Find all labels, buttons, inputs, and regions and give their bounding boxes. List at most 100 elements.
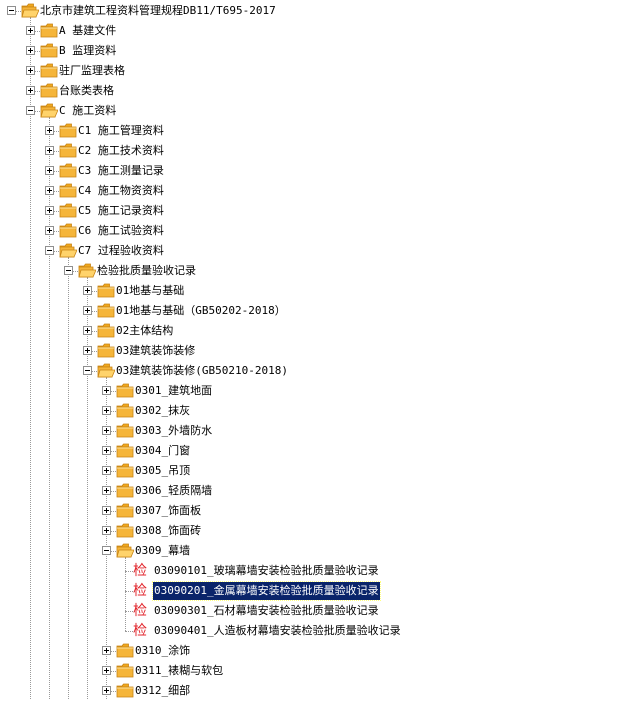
tree-node-label[interactable]: 0306_轻质隔墙: [134, 481, 213, 501]
tree-node-label[interactable]: C3 施工测量记录: [77, 161, 165, 181]
tree-node-label[interactable]: 0312_细部: [134, 681, 191, 701]
expand-toggle-icon[interactable]: [83, 346, 92, 355]
tree-node-label[interactable]: 02主体结构: [115, 321, 174, 341]
expand-toggle-icon[interactable]: [102, 666, 111, 675]
expand-toggle-icon[interactable]: [83, 306, 92, 315]
tree-node-03090301[interactable]: 检 03090301_石材幕墙安装检验批质量验收记录: [0, 601, 624, 621]
collapse-toggle-icon[interactable]: [102, 546, 111, 555]
tree-node-0301[interactable]: 0301_建筑地面: [0, 381, 624, 401]
tree-node-label[interactable]: C1 施工管理资料: [77, 121, 165, 141]
tree-node-label[interactable]: 0302_抹灰: [134, 401, 191, 421]
tree-node-label[interactable]: 03090401_人造板材幕墙安装检验批质量验收记录: [153, 621, 402, 641]
tree-node-03090101[interactable]: 检 03090101_玻璃幕墙安装检验批质量验收记录: [0, 561, 624, 581]
expand-toggle-icon[interactable]: [26, 86, 35, 95]
tree-node-03090201[interactable]: 检 03090201_金属幕墙安装检验批质量验收记录: [0, 581, 624, 601]
expand-toggle-icon[interactable]: [102, 426, 111, 435]
expand-toggle-icon[interactable]: [45, 226, 54, 235]
expand-toggle-icon[interactable]: [45, 186, 54, 195]
tree-node-label[interactable]: 0308_饰面砖: [134, 521, 202, 541]
collapse-toggle-icon[interactable]: [83, 366, 92, 375]
tree-node-label[interactable]: 0309_幕墙: [134, 541, 191, 561]
tree-node-label[interactable]: 03建筑装饰装修(GB50210-2018): [115, 361, 289, 381]
tree-node-label[interactable]: C 施工资料: [58, 101, 117, 121]
tree-node-c3[interactable]: C3 施工测量记录: [0, 161, 624, 181]
expand-toggle-icon[interactable]: [102, 686, 111, 695]
tree-node-label[interactable]: 01地基与基础（GB50202-2018）: [115, 301, 287, 321]
tree-node-label[interactable]: 0304_门窗: [134, 441, 191, 461]
tree-node-label[interactable]: 03090101_玻璃幕墙安装检验批质量验收记录: [153, 561, 380, 581]
tree-node-c6[interactable]: C6 施工试验资料: [0, 221, 624, 241]
tree-node-0303[interactable]: 0303_外墙防水: [0, 421, 624, 441]
tree-node-0308[interactable]: 0308_饰面砖: [0, 521, 624, 541]
tree-node-label[interactable]: 0303_外墙防水: [134, 421, 213, 441]
tree-node-a[interactable]: A 基建文件: [0, 21, 624, 41]
tree-node-label[interactable]: C6 施工试验资料: [77, 221, 165, 241]
tree-node-label[interactable]: 0307_饰面板: [134, 501, 202, 521]
tree-node-label[interactable]: C2 施工技术资料: [77, 141, 165, 161]
tree-node-0309[interactable]: 0309_幕墙: [0, 541, 624, 561]
expand-toggle-icon[interactable]: [45, 146, 54, 155]
expand-toggle-icon[interactable]: [102, 446, 111, 455]
tree-node-root[interactable]: 北京市建筑工程资料管理规程DB11/T695-2017: [0, 1, 624, 21]
tree-node-0307[interactable]: 0307_饰面板: [0, 501, 624, 521]
tree-node-03jz2018[interactable]: 03建筑装饰装修(GB50210-2018): [0, 361, 624, 381]
tree-node-c7[interactable]: C7 过程验收资料: [0, 241, 624, 261]
tree-node-0311[interactable]: 0311_裱糊与软包: [0, 661, 624, 681]
tree-node-taizhang[interactable]: 台账类表格: [0, 81, 624, 101]
tree-node-label[interactable]: 0311_裱糊与软包: [134, 661, 224, 681]
tree-node-label[interactable]: 检验批质量验收记录: [96, 261, 197, 281]
tree-node-03090401[interactable]: 检 03090401_人造板材幕墙安装检验批质量验收记录: [0, 621, 624, 641]
tree-node-label[interactable]: B 监理资料: [58, 41, 117, 61]
tree-node-label[interactable]: C4 施工物资资料: [77, 181, 165, 201]
tree-node-0305[interactable]: 0305_吊顶: [0, 461, 624, 481]
tree-node-label[interactable]: C7 过程验收资料: [77, 241, 165, 261]
expand-toggle-icon[interactable]: [83, 286, 92, 295]
tree-node-label[interactable]: 驻厂监理表格: [58, 61, 126, 81]
tree-node-0306[interactable]: 0306_轻质隔墙: [0, 481, 624, 501]
tree-node-c[interactable]: C 施工资料: [0, 101, 624, 121]
tree-node-label[interactable]: 01地基与基础: [115, 281, 185, 301]
tree-node-01dj2018[interactable]: 01地基与基础（GB50202-2018）: [0, 301, 624, 321]
expand-toggle-icon[interactable]: [26, 66, 35, 75]
tree-node-01dj[interactable]: 01地基与基础: [0, 281, 624, 301]
tree-node-label[interactable]: 03090201_金属幕墙安装检验批质量验收记录: [152, 581, 381, 601]
tree-node-label[interactable]: 0310_涂饰: [134, 641, 191, 661]
collapse-toggle-icon[interactable]: [64, 266, 73, 275]
collapse-toggle-icon[interactable]: [45, 246, 54, 255]
expand-toggle-icon[interactable]: [26, 26, 35, 35]
tree-node-label[interactable]: 0301_建筑地面: [134, 381, 213, 401]
expand-toggle-icon[interactable]: [45, 206, 54, 215]
expand-toggle-icon[interactable]: [102, 506, 111, 515]
tree-node-c1[interactable]: C1 施工管理资料: [0, 121, 624, 141]
tree-node-c2[interactable]: C2 施工技术资料: [0, 141, 624, 161]
tree-node-b[interactable]: B 监理资料: [0, 41, 624, 61]
collapse-toggle-icon[interactable]: [7, 6, 16, 15]
tree-node-0302[interactable]: 0302_抹灰: [0, 401, 624, 421]
tree-node-label[interactable]: 03建筑装饰装修: [115, 341, 196, 361]
expand-toggle-icon[interactable]: [102, 406, 111, 415]
tree-node-label[interactable]: 台账类表格: [58, 81, 115, 101]
tree-view[interactable]: 北京市建筑工程资料管理规程DB11/T695-2017 A 基建文件 B 监理资料驻…: [0, 0, 624, 699]
tree-node-jianyan[interactable]: 检验批质量验收记录: [0, 261, 624, 281]
tree-node-02zt[interactable]: 02主体结构: [0, 321, 624, 341]
tree-node-0312[interactable]: 0312_细部: [0, 681, 624, 701]
tree-node-zhuchang[interactable]: 驻厂监理表格: [0, 61, 624, 81]
expand-toggle-icon[interactable]: [102, 526, 111, 535]
tree-node-label[interactable]: 北京市建筑工程资料管理规程DB11/T695-2017: [39, 1, 277, 21]
expand-toggle-icon[interactable]: [45, 166, 54, 175]
expand-toggle-icon[interactable]: [102, 466, 111, 475]
expand-toggle-icon[interactable]: [102, 386, 111, 395]
tree-node-label[interactable]: 03090301_石材幕墙安装检验批质量验收记录: [153, 601, 380, 621]
tree-node-c5[interactable]: C5 施工记录资料: [0, 201, 624, 221]
tree-node-c4[interactable]: C4 施工物资资料: [0, 181, 624, 201]
tree-node-label[interactable]: C5 施工记录资料: [77, 201, 165, 221]
tree-node-0310[interactable]: 0310_涂饰: [0, 641, 624, 661]
collapse-toggle-icon[interactable]: [26, 106, 35, 115]
tree-node-label[interactable]: 0305_吊顶: [134, 461, 191, 481]
expand-toggle-icon[interactable]: [102, 486, 111, 495]
expand-toggle-icon[interactable]: [45, 126, 54, 135]
tree-node-label[interactable]: A 基建文件: [58, 21, 117, 41]
tree-node-03jz[interactable]: 03建筑装饰装修: [0, 341, 624, 361]
tree-node-0304[interactable]: 0304_门窗: [0, 441, 624, 461]
expand-toggle-icon[interactable]: [102, 646, 111, 655]
